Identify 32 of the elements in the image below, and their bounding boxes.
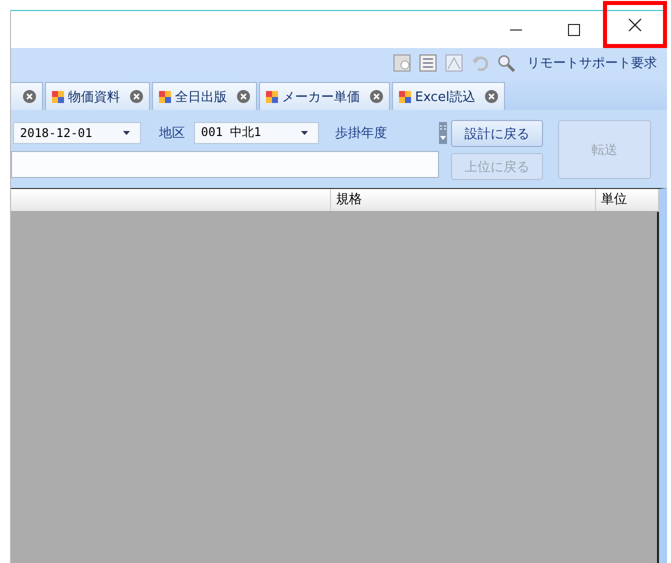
close-icon[interactable] bbox=[237, 90, 250, 103]
window-icon bbox=[52, 90, 64, 102]
caret-icon bbox=[301, 130, 308, 134]
tab[interactable]: Excel読込 bbox=[392, 82, 506, 110]
close-icon bbox=[628, 18, 642, 32]
close-button[interactable] bbox=[603, 1, 667, 48]
action-button[interactable]: 設計に戻る bbox=[451, 120, 543, 147]
list-icon[interactable] bbox=[419, 54, 437, 72]
search-icon[interactable] bbox=[497, 54, 515, 72]
window-icon bbox=[399, 90, 411, 102]
window-icon bbox=[266, 90, 278, 102]
column-header[interactable]: 単位 bbox=[596, 189, 659, 211]
close-icon[interactable] bbox=[130, 90, 143, 103]
caret-icon bbox=[123, 130, 130, 134]
text-field[interactable] bbox=[11, 151, 439, 178]
area-label: 地区 bbox=[159, 124, 185, 142]
tab[interactable]: メーカー単価 bbox=[259, 82, 390, 110]
spinner-icon[interactable] bbox=[439, 122, 447, 144]
window-icon bbox=[159, 90, 171, 102]
date-dropdown[interactable]: 2018-12-01 bbox=[13, 122, 141, 144]
column-header[interactable]: 規格 bbox=[331, 189, 596, 211]
close-icon[interactable] bbox=[485, 90, 498, 103]
close-icon[interactable] bbox=[23, 90, 36, 103]
close-icon[interactable] bbox=[370, 90, 383, 103]
remote-support-link[interactable]: リモートサポート要求 bbox=[527, 54, 657, 72]
area-dropdown[interactable]: 001 中北1 bbox=[194, 122, 319, 144]
year-label: 歩掛年度 bbox=[335, 124, 387, 142]
tab[interactable]: 全日出版 bbox=[152, 82, 257, 110]
tab[interactable]: 物価資料 bbox=[45, 82, 150, 110]
maximize-icon bbox=[568, 24, 580, 36]
tab[interactable] bbox=[11, 82, 43, 110]
image-icon[interactable] bbox=[393, 54, 411, 72]
